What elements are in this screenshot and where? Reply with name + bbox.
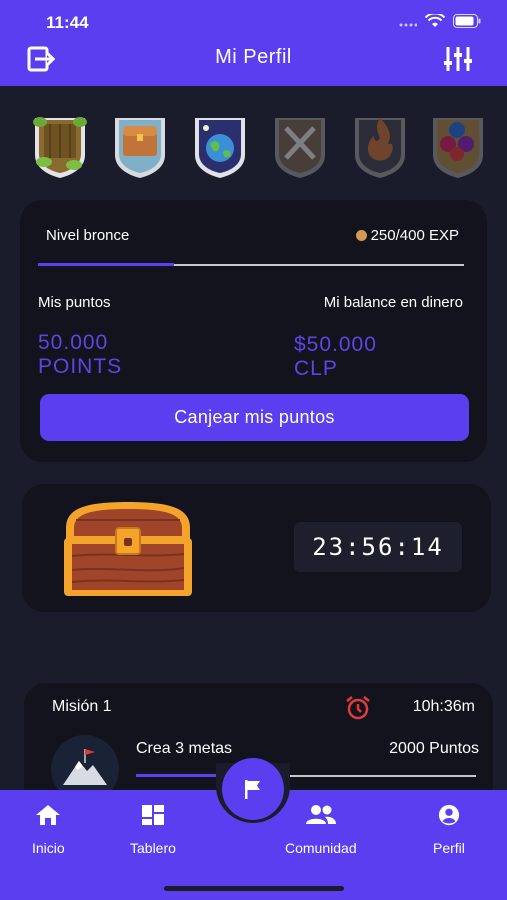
home-indicator: [164, 886, 344, 891]
nav-label-perfil: Perfil: [433, 840, 465, 856]
chest-card: 23:56:14: [22, 484, 491, 612]
nav-label-inicio: Inicio: [32, 840, 65, 856]
mission-reward: 2000 Puntos: [389, 740, 479, 757]
exp-text: 250/400 EXP: [370, 227, 459, 244]
nav-label-tablero: Tablero: [130, 840, 176, 856]
balance-unit: CLP: [294, 357, 338, 380]
gems-badge[interactable]: [428, 110, 488, 180]
badges-row: [0, 110, 507, 190]
nav-tablero[interactable]: Tablero: [130, 804, 176, 856]
status-icons: [399, 14, 481, 28]
forest-badge[interactable]: [30, 110, 90, 180]
points-card: Nivel bronce 250/400 EXP Mis puntos Mi b…: [20, 200, 487, 462]
points-label: Mis puntos: [38, 294, 111, 311]
flag-icon: [245, 780, 260, 799]
wifi-icon: [425, 14, 445, 27]
nav-perfil[interactable]: Perfil: [433, 804, 465, 856]
mission-task: Crea 3 metas: [136, 740, 233, 757]
chest-badge[interactable]: [110, 110, 170, 180]
nav-comunidad[interactable]: Comunidad: [285, 804, 357, 856]
balance-value: $50.000 CLP: [294, 333, 377, 381]
chest-timer: 23:56:14: [294, 522, 462, 572]
signal-icon: [399, 23, 417, 27]
people-icon: [305, 805, 336, 824]
missions-fab-button[interactable]: [222, 758, 284, 820]
balance-amount: $50.000: [294, 333, 377, 356]
fire-badge[interactable]: [350, 110, 410, 180]
battery-icon: [453, 14, 481, 28]
alarm-icon: [344, 695, 372, 726]
points-value: 50.000 POINTS: [38, 331, 122, 379]
mission-time-left: 10h:36m: [412, 698, 475, 715]
level-progress-bar: [38, 263, 464, 266]
page-title: Mi Perfil: [215, 46, 292, 68]
home-icon: [36, 805, 61, 825]
nav-label-comunidad: Comunidad: [285, 840, 357, 856]
account-icon: [438, 804, 460, 826]
redeem-points-button[interactable]: Canjear mis puntos: [40, 394, 469, 441]
app-header: 11:44 Mi Perfil: [0, 0, 507, 86]
mission-title: Misión 1: [52, 698, 112, 715]
treasure-chest-icon[interactable]: [56, 498, 200, 605]
points-unit: POINTS: [38, 355, 123, 378]
level-label: Nivel bronce: [46, 227, 130, 244]
points-amount: 50.000: [38, 331, 109, 354]
swords-badge[interactable]: [270, 110, 330, 180]
balance-label: Mi balance en dinero: [323, 294, 463, 311]
coin-icon: [355, 230, 367, 241]
exp-counter: 250/400 EXP: [355, 227, 459, 244]
nav-inicio[interactable]: Inicio: [32, 804, 65, 856]
earth-badge[interactable]: [190, 110, 250, 180]
status-time: 11:44: [46, 13, 89, 32]
sliders-icon[interactable]: [443, 45, 473, 73]
level-progress-fill: [38, 263, 175, 266]
mission-progress-bar: [136, 774, 476, 777]
dashboard-icon: [141, 805, 164, 825]
